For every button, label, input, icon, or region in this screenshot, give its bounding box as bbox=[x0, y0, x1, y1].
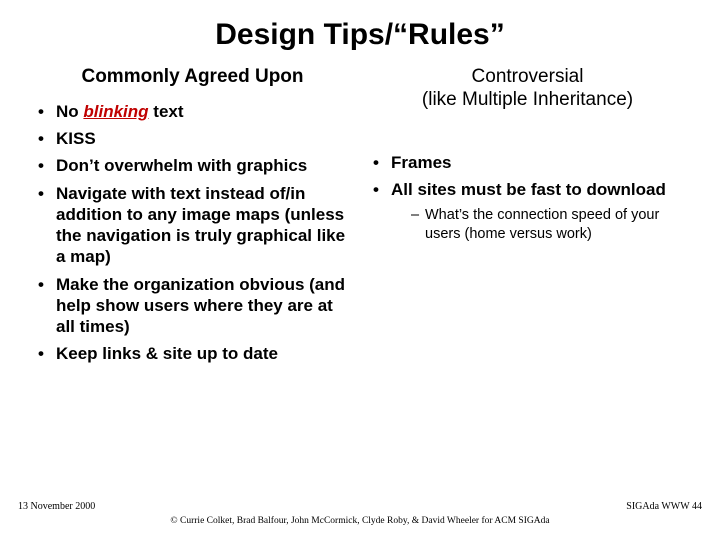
slide-title: Design Tips/“Rules” bbox=[30, 18, 690, 52]
footer-page: SIGAda WWW 44 bbox=[626, 501, 702, 512]
left-column: Commonly Agreed Upon No blinking text KI… bbox=[30, 66, 355, 371]
list-item: KISS bbox=[38, 128, 355, 149]
right-list-wrap: Frames All sites must be fast to downloa… bbox=[365, 124, 690, 244]
list-item: Don’t overwhelm with graphics bbox=[38, 155, 355, 176]
footer-copyright: © Currie Colket, Brad Balfour, John McCo… bbox=[0, 516, 720, 526]
sub-list-item: What’s the connection speed of your user… bbox=[411, 206, 690, 244]
slide: Design Tips/“Rules” Commonly Agreed Upon… bbox=[0, 0, 720, 540]
right-column: Controversial (like Multiple Inheritance… bbox=[365, 66, 690, 371]
list-item: Keep links & site up to date bbox=[38, 343, 355, 364]
blinking-word: blinking bbox=[83, 102, 148, 121]
list-item: Navigate with text instead of/in additio… bbox=[38, 183, 355, 268]
right-column-header: Controversial (like Multiple Inheritance… bbox=[365, 66, 690, 112]
right-header-line1: Controversial bbox=[472, 66, 584, 87]
footer-date: 13 November 2000 bbox=[18, 501, 95, 512]
list-item: Make the organization obvious (and help … bbox=[38, 274, 355, 338]
list-item: All sites must be fast to download What’… bbox=[373, 179, 690, 244]
list-text: All sites must be fast to download bbox=[391, 180, 666, 199]
left-column-header: Commonly Agreed Upon bbox=[30, 66, 355, 89]
sub-list: What’s the connection speed of your user… bbox=[391, 206, 690, 244]
right-header-line2: (like Multiple Inheritance) bbox=[422, 89, 633, 110]
left-list: No blinking text KISS Don’t overwhelm wi… bbox=[30, 101, 355, 365]
list-item: Frames bbox=[373, 152, 690, 173]
right-list: Frames All sites must be fast to downloa… bbox=[365, 152, 690, 244]
list-text: text bbox=[149, 102, 184, 121]
list-item: No blinking text bbox=[38, 101, 355, 122]
columns: Commonly Agreed Upon No blinking text KI… bbox=[30, 66, 690, 371]
list-text: No bbox=[56, 102, 83, 121]
